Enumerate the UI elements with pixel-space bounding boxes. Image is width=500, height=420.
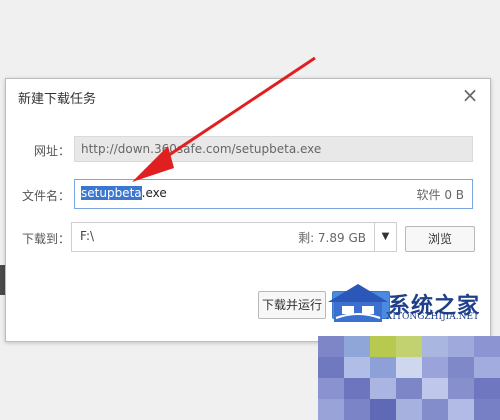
url-label: 网址： — [33, 144, 70, 158]
destination-label: 下载到： — [21, 232, 70, 246]
file-type-size: 软件 0 B — [416, 188, 465, 202]
destination-path: F:\ — [80, 229, 95, 243]
url-value: http://down.360safe.com/setupbeta.exe — [81, 142, 322, 156]
destination-path-input[interactable]: F:\ 剩: 7.89 GB — [71, 222, 375, 252]
pixelated-background — [318, 336, 500, 420]
url-field[interactable]: http://down.360safe.com/setupbeta.exe — [74, 136, 473, 162]
watermark-subtitle: XITONGZHIJIA.NET — [386, 312, 480, 322]
dialog-title: 新建下载任务 — [18, 92, 97, 107]
chevron-down-icon[interactable]: ▼ — [375, 222, 397, 252]
download-and-run-button[interactable]: 下载并运行 — [258, 291, 326, 319]
house-logo-icon — [328, 284, 388, 322]
watermark: 系统之家 XITONGZHIJIA.NET — [322, 280, 500, 328]
filename-selected-text: setupbeta — [81, 186, 142, 200]
filename-input[interactable]: setupbeta.exe 软件 0 B — [74, 179, 473, 209]
dialog-title-bar: 新建下载任务 × — [6, 79, 490, 113]
close-icon[interactable]: × — [460, 85, 480, 105]
free-space: 剩: 7.89 GB — [298, 231, 366, 245]
filename-extension: .exe — [141, 186, 167, 200]
filename-label: 文件名： — [21, 189, 70, 203]
browse-button[interactable]: 浏览 — [405, 226, 475, 252]
